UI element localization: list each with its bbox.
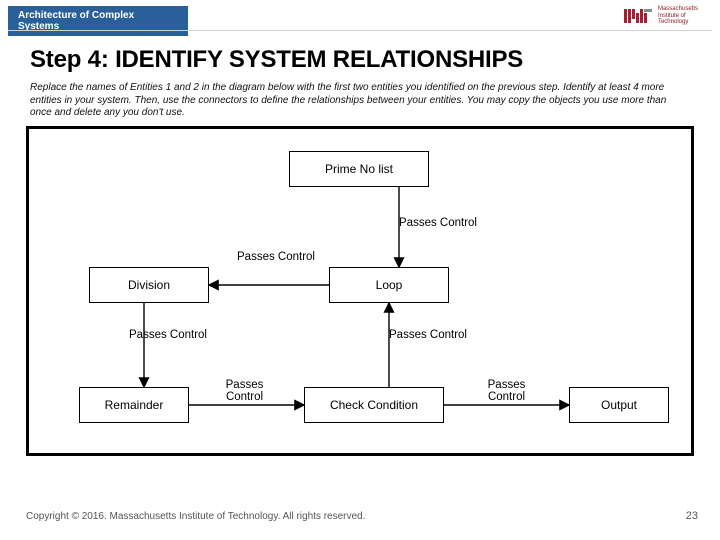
header-divider: [8, 30, 712, 31]
label-prime-to-loop: Passes Control: [399, 217, 477, 229]
mit-logo-mark: [624, 9, 652, 23]
entity-division: Division: [89, 267, 209, 303]
course-header: Architecture of Complex Systems: [8, 6, 188, 36]
page-number: 23: [686, 510, 698, 522]
diagram-canvas: Prime No list Division Loop Remainder Ch…: [26, 126, 694, 456]
entity-loop: Loop: [329, 267, 449, 303]
page-title: Step 4: IDENTIFY SYSTEM RELATIONSHIPS: [30, 46, 523, 74]
label-check-to-loop: Passes Control: [389, 329, 467, 341]
label-remainder-to-check: Passes Control: [217, 379, 272, 403]
mit-logo: Massachusetts Institute of Technology: [624, 6, 698, 26]
label-check-to-output: Passes Control: [479, 379, 534, 403]
entity-output: Output: [569, 387, 669, 423]
entity-remainder: Remainder: [79, 387, 189, 423]
label-loop-to-division: Passes Control: [237, 251, 315, 263]
copyright-footer: Copyright © 2016. Massachusetts Institut…: [26, 511, 365, 522]
entity-check: Check Condition: [304, 387, 444, 423]
entity-prime: Prime No list: [289, 151, 429, 187]
label-division-to-remainder: Passes Control: [129, 329, 207, 341]
instructions-text: Replace the names of Entities 1 and 2 in…: [30, 82, 670, 120]
mit-logo-text: Massachusetts Institute of Technology: [658, 6, 698, 26]
